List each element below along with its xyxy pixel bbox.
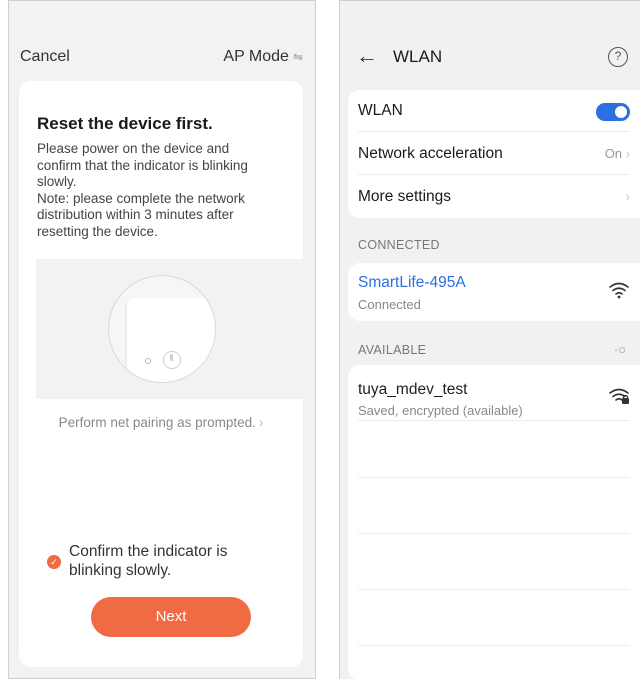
connected-header: CONNECTED [358, 238, 440, 252]
wlan-settings-screen: ← WLAN ? WLAN Network acceleration On › … [339, 0, 640, 679]
network-status: Connected [358, 297, 421, 312]
wlan-settings-group: WLAN Network acceleration On › More sett… [348, 90, 640, 218]
divider [358, 589, 630, 590]
available-networks-list: tuya_mdev_test Saved, encrypted (availab… [348, 365, 640, 679]
back-arrow-icon[interactable]: ← [356, 43, 378, 69]
top-bar: Cancel AP Mode ⇋ [9, 1, 315, 79]
power-button-icon [163, 351, 181, 369]
ap-mode-label: AP Mode [223, 48, 289, 65]
page-title: Reset the device first. [37, 114, 213, 133]
network-name: SmartLife-495A [358, 274, 466, 291]
illustration-circle [108, 275, 216, 383]
divider [358, 533, 630, 534]
divider [358, 477, 630, 478]
page-title: WLAN [393, 47, 443, 66]
confirm-label[interactable]: Confirm the indicator is blinking slowly… [69, 542, 269, 580]
help-icon[interactable]: ? [608, 47, 628, 67]
cancel-button[interactable]: Cancel [20, 48, 70, 66]
ap-mode-button[interactable]: AP Mode ⇋ [223, 48, 303, 66]
instruction-card: Reset the device first. Please power on … [19, 81, 303, 667]
device-reset-screen: Cancel AP Mode ⇋ Reset the device first. … [8, 0, 316, 679]
connected-network-item[interactable]: SmartLife-495A Connected [348, 263, 640, 321]
chevron-right-icon: › [625, 146, 630, 161]
chevron-right-icon: › [625, 189, 630, 204]
list-item[interactable]: tuya_mdev_test Saved, encrypted (availab… [358, 365, 630, 421]
network-acceleration-label: Network acceleration [358, 145, 503, 162]
device-illustration [36, 259, 303, 399]
more-settings-label: More settings [358, 188, 452, 205]
device-image [127, 298, 215, 382]
pairing-help-link[interactable]: Perform net pairing as prompted. › [19, 415, 303, 430]
wlan-toggle-row[interactable]: WLAN [358, 90, 630, 132]
divider [358, 645, 630, 646]
wifi-locked-icon [609, 388, 629, 404]
scanning-icon[interactable]: ·○ [614, 342, 626, 357]
next-button[interactable]: Next [91, 597, 251, 637]
pairing-help-label: Perform net pairing as prompted. [58, 415, 256, 430]
instruction-text: Please power on the device and confirm t… [37, 141, 248, 239]
swap-icon: ⇋ [292, 50, 303, 64]
wlan-label: WLAN [358, 102, 403, 119]
indicator-light-icon [145, 358, 151, 364]
available-header: AVAILABLE [358, 343, 427, 357]
network-status: Saved, encrypted (available) [358, 403, 523, 418]
network-acceleration-row[interactable]: Network acceleration On › [358, 133, 630, 175]
wlan-toggle[interactable] [596, 103, 630, 121]
confirm-checkbox[interactable]: ✓ [47, 555, 61, 569]
network-name: tuya_mdev_test [358, 381, 468, 398]
wifi-signal-icon [609, 282, 629, 299]
more-settings-row[interactable]: More settings › [358, 176, 630, 218]
chevron-right-icon: › [258, 415, 264, 430]
network-acceleration-value: On › [604, 146, 630, 161]
